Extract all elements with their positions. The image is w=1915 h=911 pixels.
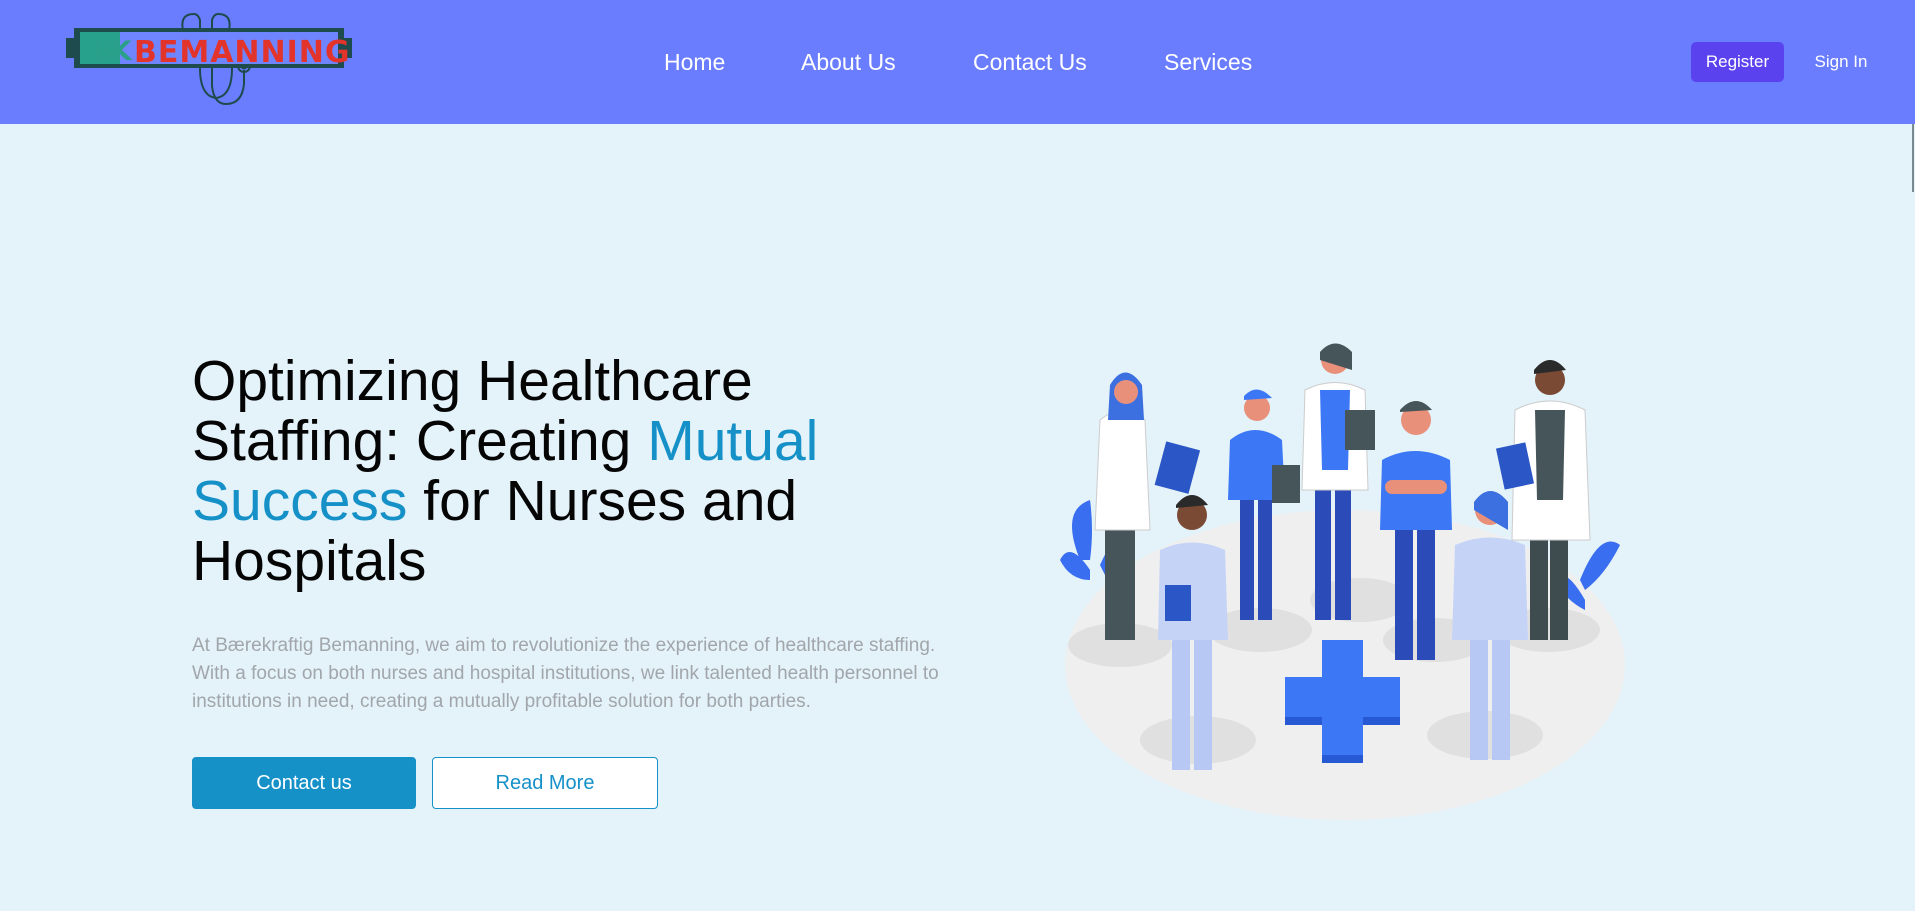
logo-mark: BK bbox=[93, 36, 131, 67]
brand-logo[interactable]: BK BEMANNING bbox=[66, 12, 376, 114]
hero-description: At Bærekraftig Bemanning, we aim to revo… bbox=[192, 635, 939, 712]
contact-us-button[interactable]: Contact us bbox=[192, 757, 416, 809]
nav-services[interactable]: Services bbox=[1164, 49, 1252, 76]
nav-contact-us[interactable]: Contact Us bbox=[973, 49, 1087, 76]
nav-about-us[interactable]: About Us bbox=[801, 49, 896, 76]
healthcare-team-illustration bbox=[1060, 343, 1625, 820]
read-more-button[interactable]: Read More bbox=[432, 757, 658, 809]
scrollbar-thumb[interactable] bbox=[1912, 124, 1914, 192]
register-button[interactable]: Register bbox=[1691, 42, 1784, 82]
header-bar: BK BEMANNING Home About Us Contact Us Se… bbox=[0, 0, 1915, 124]
hero-title: Optimizing Healthcare Staffing: Creating… bbox=[192, 351, 912, 591]
nav-home[interactable]: Home bbox=[664, 49, 725, 76]
sign-in-button[interactable]: Sign In bbox=[1806, 42, 1876, 82]
logo-text: BEMANNING bbox=[134, 35, 351, 70]
